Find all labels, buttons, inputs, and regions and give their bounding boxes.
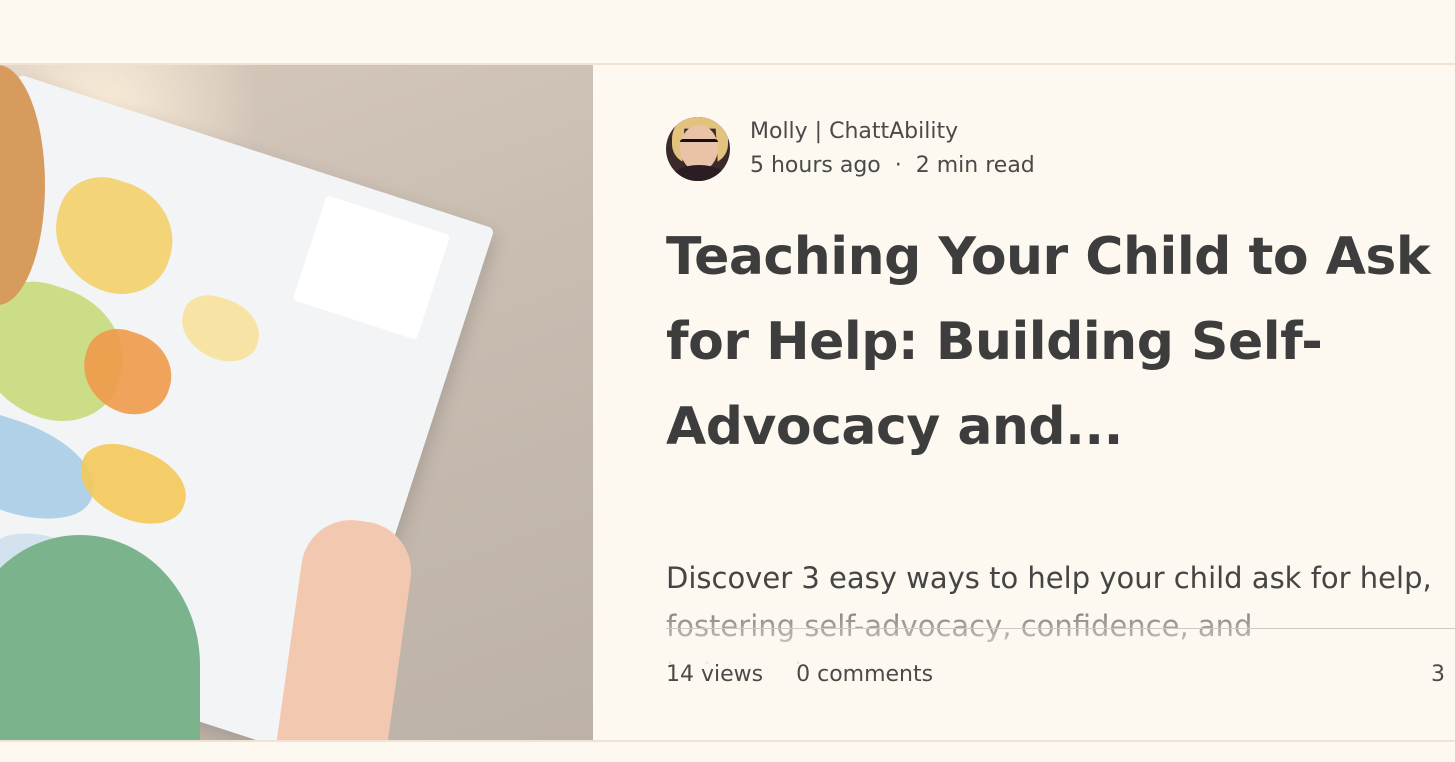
post-content: Molly | ChattAbility 5 hours ago · 2 min… xyxy=(666,65,1455,740)
meta-separator: · xyxy=(894,153,902,178)
post-cover-image[interactable] xyxy=(0,65,593,740)
post-stats: 14 views 0 comments 3 xyxy=(666,662,1455,687)
author-meta: Molly | ChattAbility 5 hours ago · 2 min… xyxy=(750,115,1035,183)
avatar-glasses xyxy=(680,139,718,152)
post-excerpt: Discover 3 easy ways to help your child … xyxy=(666,554,1455,664)
read-time: 2 min read xyxy=(915,153,1035,178)
divider xyxy=(666,628,1455,629)
map-region xyxy=(172,287,268,370)
author-name[interactable]: Molly | ChattAbility xyxy=(750,115,1035,149)
map-region xyxy=(39,165,188,308)
post-meta-row: 5 hours ago · 2 min read xyxy=(750,149,1035,183)
published-time: 5 hours ago xyxy=(750,153,881,178)
views-count: 14 views xyxy=(666,662,764,687)
map-label-box xyxy=(292,195,451,340)
author-avatar[interactable] xyxy=(666,117,730,181)
excerpt-fade xyxy=(666,602,1455,664)
likes-count: 3 xyxy=(1431,662,1445,687)
comments-count[interactable]: 0 comments xyxy=(796,662,933,687)
page: Molly | ChattAbility 5 hours ago · 2 min… xyxy=(0,0,1455,762)
blog-post-card[interactable]: Molly | ChattAbility 5 hours ago · 2 min… xyxy=(0,63,1455,742)
author-block: Molly | ChattAbility 5 hours ago · 2 min… xyxy=(666,115,1035,183)
map-region xyxy=(69,434,196,535)
post-title[interactable]: Teaching Your Child to Ask for Help: Bui… xyxy=(666,215,1446,470)
avatar-body xyxy=(670,165,728,181)
